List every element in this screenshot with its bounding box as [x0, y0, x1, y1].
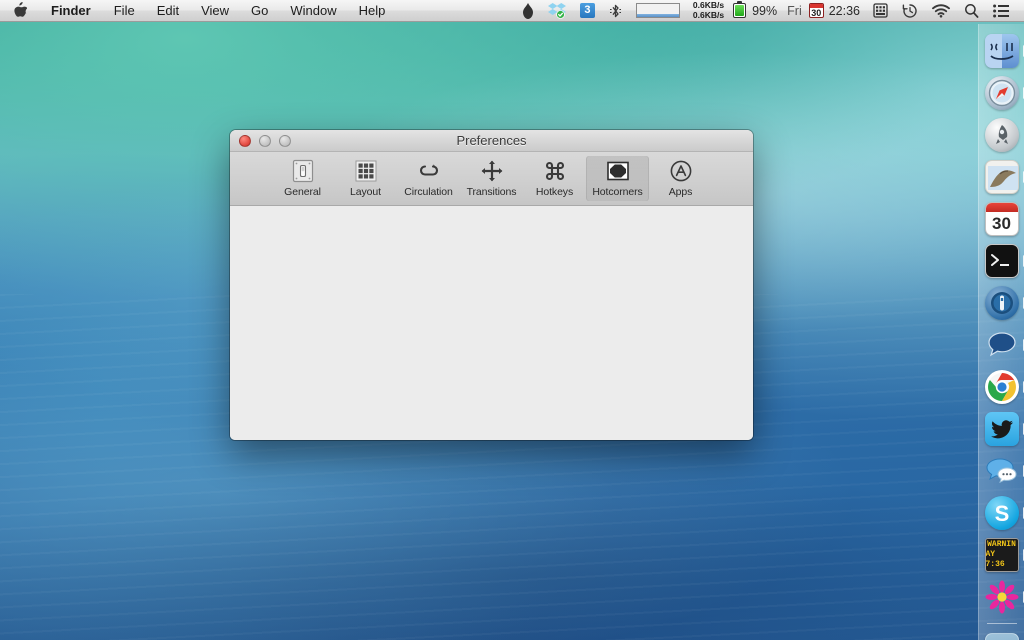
dock-item-skype[interactable]: S [983, 494, 1021, 532]
dropbox-icon[interactable] [541, 0, 573, 22]
tab-general[interactable]: General [271, 156, 334, 201]
tab-hotcorners-label: Hotcorners [592, 186, 642, 198]
dock-item-terminal[interactable] [983, 242, 1021, 280]
preferences-toolbar: General Layout [230, 152, 753, 206]
network-up-speed: 0.6KB/s [689, 11, 728, 21]
dock-item-messages[interactable] [983, 326, 1021, 364]
dock-item-twitter[interactable] [983, 410, 1021, 448]
window-titlebar[interactable]: Preferences [230, 130, 753, 152]
search-icon[interactable] [957, 0, 986, 22]
menu-item-edit[interactable]: Edit [146, 0, 190, 22]
svg-text:S: S [994, 501, 1009, 526]
calendar-icon[interactable]: 30 [806, 0, 827, 22]
time-machine-icon[interactable] [895, 0, 925, 22]
dock-item-launchpad[interactable] [983, 116, 1021, 154]
tab-general-label: General [284, 186, 321, 198]
tab-layout-label: Layout [350, 186, 381, 198]
tab-hotkeys[interactable]: Hotkeys [523, 156, 586, 201]
tab-apps[interactable]: Apps [649, 156, 712, 201]
grid-icon [353, 158, 379, 184]
battery-icon[interactable] [730, 0, 750, 22]
battery-percent-label[interactable]: 99% [750, 0, 783, 22]
tab-circulation[interactable]: Circulation [397, 156, 460, 201]
app-store-icon [668, 158, 694, 184]
dock-item-adium[interactable] [983, 452, 1021, 490]
preferences-window: Preferences General [230, 130, 753, 440]
four-arrows-icon [479, 158, 505, 184]
hotcorners-panel: Overview grid with exposé Toggle exposé … [230, 207, 753, 440]
tab-transitions[interactable]: Transitions [460, 156, 523, 201]
dock-warning-line1: WARNIN [987, 540, 1016, 550]
menu-item-view[interactable]: View [190, 0, 240, 22]
menu-bar-left: Finder File Edit View Go Window Help [0, 0, 396, 22]
dock-item-safari[interactable] [983, 74, 1021, 112]
dock-item-applications-folder[interactable] [983, 631, 1021, 640]
command-key-icon [542, 158, 568, 184]
dock-item-finder[interactable] [983, 32, 1021, 70]
loop-arrows-icon [416, 158, 442, 184]
menu-bar: Finder File Edit View Go Window Help 3 [0, 0, 1024, 22]
dock: 30 [978, 24, 1024, 640]
menu-item-go[interactable]: Go [240, 0, 279, 22]
dock-item-flower[interactable] [983, 578, 1021, 616]
calendar-day-label: 30 [811, 8, 821, 18]
apple-logo-icon[interactable] [8, 2, 39, 17]
tab-apps-label: Apps [669, 186, 693, 198]
tab-hotkeys-label: Hotkeys [536, 186, 573, 198]
menu-item-finder[interactable]: Finder [39, 0, 103, 22]
tab-transitions-label: Transitions [467, 186, 517, 198]
menu-item-file[interactable]: File [103, 0, 146, 22]
dock-item-chrome[interactable] [983, 368, 1021, 406]
dock-warning-line2: AY 7:36 [986, 550, 1018, 570]
minimize-button[interactable] [259, 135, 271, 147]
hotcorners-icon [605, 158, 631, 184]
input-source-icon[interactable] [866, 0, 895, 22]
dock-item-mail[interactable] [983, 158, 1021, 196]
tab-hotcorners[interactable]: Hotcorners [586, 156, 649, 201]
network-speed-indicator[interactable]: 0.6KB/s 0.6KB/s [687, 0, 730, 22]
notification-center-icon[interactable] [986, 0, 1016, 22]
zoom-button[interactable] [279, 135, 291, 147]
flame-drip-icon[interactable] [515, 0, 541, 22]
menubar-weekday[interactable]: Fri [783, 0, 806, 22]
close-button[interactable] [239, 135, 251, 147]
dock-item-calendar[interactable]: 30 [983, 200, 1021, 238]
tab-circulation-label: Circulation [404, 186, 453, 198]
bluetooth-icon[interactable] [602, 0, 629, 22]
dock-item-warning-clock[interactable]: WARNIN AY 7:36 [983, 536, 1021, 574]
dock-calendar-day: 30 [986, 212, 1018, 236]
tab-layout[interactable]: Layout [334, 156, 397, 201]
dock-item-1password[interactable] [983, 284, 1021, 322]
traffic-lights [230, 135, 291, 147]
dock-separator [987, 623, 1017, 624]
badge-count-label: 3 [580, 3, 595, 18]
wifi-icon[interactable] [925, 0, 957, 22]
menu-item-help[interactable]: Help [348, 0, 397, 22]
window-title: Preferences [230, 133, 753, 148]
network-activity-graph-icon[interactable] [629, 0, 687, 22]
menu-item-window[interactable]: Window [279, 0, 347, 22]
light-switch-icon [290, 158, 316, 184]
menubar-clock[interactable]: 22:36 [827, 0, 866, 22]
badge-count-icon[interactable]: 3 [573, 0, 602, 22]
menu-bar-status-area: 3 0.6KB/s 0.6KB/s 99% Fri 30 22:36 [515, 0, 1024, 22]
